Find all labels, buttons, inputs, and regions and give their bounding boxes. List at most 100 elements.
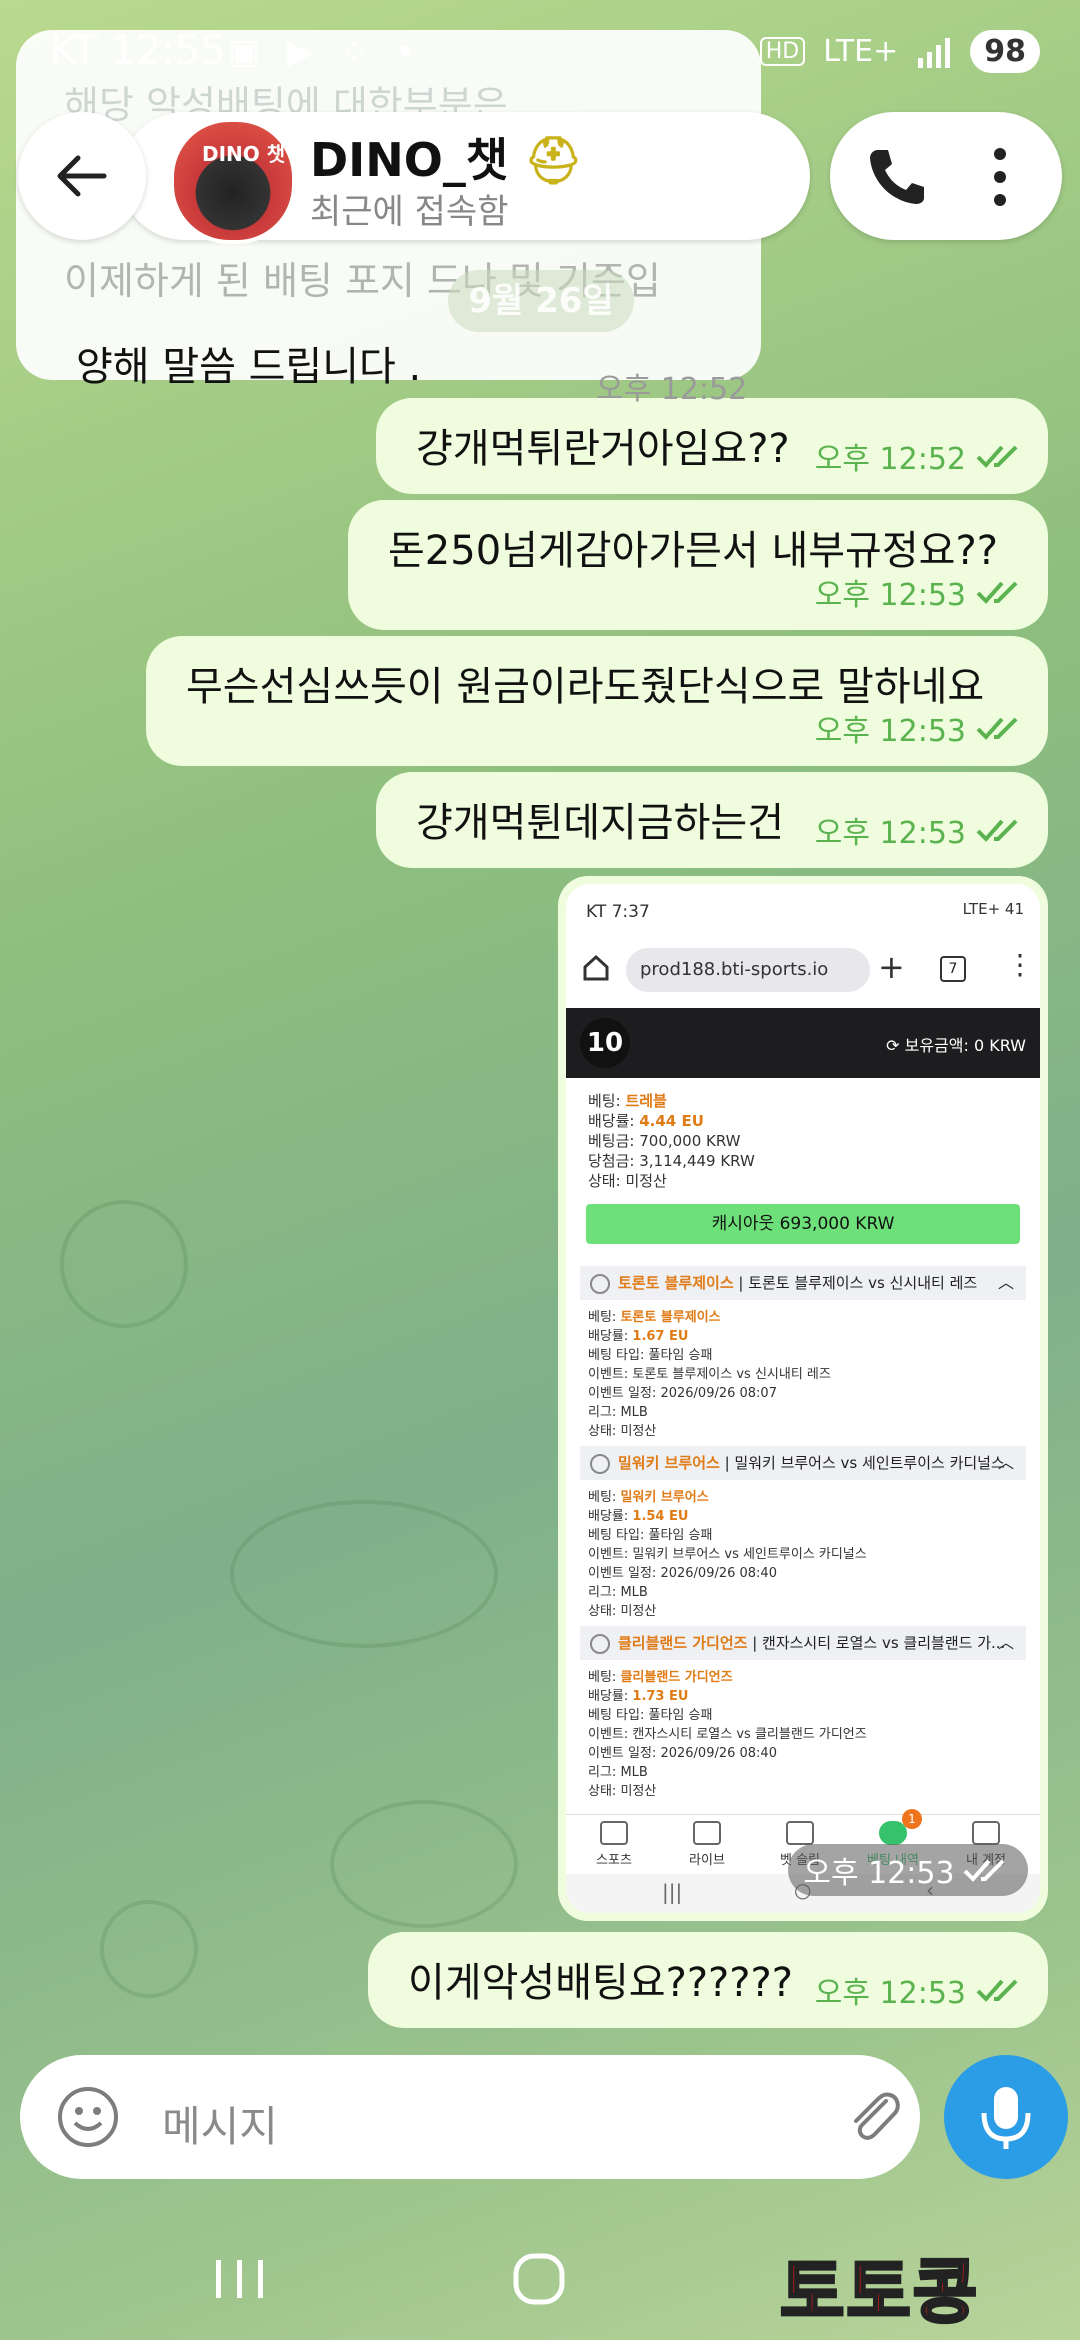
leg-row: 이벤트: 캔자스시티 로열스 vs 클리블랜드 가디언즈: [588, 1727, 867, 1742]
browser-bar: prod188.bti-sports.io + 7 ⋮: [566, 942, 1040, 1002]
balance-label: ⟳ 보유금액: 0 KRW: [886, 1036, 1026, 1055]
screenshot-image[interactable]: KT 7:37 LTE+ 41 prod188.bti-sports.io + …: [566, 884, 1040, 1913]
outgoing-message[interactable]: 돈250넘게감아가믄서 내부규정요?? 오후 12:53: [348, 500, 1048, 630]
recent-apps-button[interactable]: [210, 2254, 270, 2304]
leg-row: 이벤트 일정: 2026/09/26 08:40: [588, 1566, 777, 1581]
outgoing-message[interactable]: 걍개먹튀란거아임요?? 오후 12:52: [376, 398, 1048, 494]
leg-row: 베팅: 밀워키 브루어스: [588, 1490, 709, 1505]
leg-row: 배당률: 1.73 EU: [588, 1689, 689, 1704]
date-chip: 9월 26일: [448, 270, 634, 332]
contact-status: 최근에 접속함: [310, 192, 509, 232]
message-text: 걍개먹튄데지금하는건: [416, 800, 784, 846]
summary-row: 당첨금: 3,114,449 KRW: [588, 1152, 755, 1170]
message-time: 오후 12:53: [814, 816, 966, 851]
home-icon: [583, 954, 609, 981]
cashout-button: 캐시아웃 693,000 KRW: [586, 1204, 1020, 1244]
leg-header: 클리블랜드 가디언즈 | 캔자스시티 로열스 vs 클리블랜드 가... ︿: [580, 1626, 1026, 1660]
leg-row: 베팅 타입: 풀타임 승패: [588, 1708, 713, 1723]
nav-badge: 1: [902, 1809, 922, 1829]
notification-icons: ▣ ▶ ⁘ •: [228, 32, 424, 72]
leg-row: 이벤트: 토론토 블루제이스 vs 신시내티 레즈: [588, 1367, 831, 1382]
message-text: 이게악성배팅요??????: [408, 1960, 793, 2006]
outgoing-message[interactable]: 걍개먹튄데지금하는건 오후 12:53: [376, 772, 1048, 868]
leg-row: 이벤트: 밀워키 브루어스 vs 세인트루이스 카디널스: [588, 1547, 867, 1562]
site-header: 10 ⟳ 보유금액: 0 KRW: [566, 1008, 1040, 1078]
leg-row: 상태: 미정산: [588, 1784, 657, 1799]
leg-row: 리그: MLB: [588, 1405, 648, 1420]
status-time: KT 12:55: [50, 28, 226, 74]
mic-icon: [981, 2087, 1031, 2149]
new-tab-icon: +: [878, 948, 905, 986]
double-check-icon: [963, 1859, 1005, 1882]
leg-row: 베팅: 토론토 블루제이스: [588, 1310, 721, 1325]
avatar[interactable]: DINO 챗: [170, 118, 296, 244]
message-text: 걍개먹튀란거아임요??: [416, 426, 790, 472]
phone-icon[interactable]: [860, 142, 930, 212]
background-doodle: [100, 1900, 198, 1998]
shot-status-right: LTE+ 41: [962, 900, 1024, 918]
background-doodle: [230, 1500, 498, 1648]
hd-icon: HD: [759, 37, 806, 66]
leg-row: 이벤트 일정: 2026/09/26 08:07: [588, 1386, 777, 1401]
incoming-text: 양해 말씀 드립니다 .: [76, 344, 422, 390]
message-composer[interactable]: 메시지: [20, 2055, 920, 2179]
double-check-icon: [976, 717, 1018, 740]
battery-level: 98: [970, 30, 1040, 73]
leg-row: 배당률: 1.54 EU: [588, 1509, 689, 1524]
more-vert-icon[interactable]: [980, 142, 1020, 212]
message-time: 오후 12:53: [814, 714, 966, 749]
background-doodle: [60, 1200, 188, 1328]
more-vert-icon: ⋮: [1006, 948, 1034, 981]
message-input[interactable]: 메시지: [162, 2093, 278, 2154]
watermark-text: 토토콩: [778, 2250, 980, 2335]
leg-row: 베팅 타입: 풀타임 승패: [588, 1348, 713, 1363]
arrow-left-icon: [57, 155, 107, 197]
leg-row: 상태: 미정산: [588, 1424, 657, 1439]
double-check-icon: [976, 1979, 1018, 2002]
message-time: 오후 12:53: [814, 578, 966, 613]
tab-count: 7: [940, 956, 966, 982]
double-check-icon: [976, 445, 1018, 468]
summary-row: 베팅: 트레블: [588, 1092, 667, 1110]
message-time: 오후 12:52: [814, 442, 966, 477]
image-message[interactable]: KT 7:37 LTE+ 41 prod188.bti-sports.io + …: [558, 876, 1048, 1921]
outgoing-message[interactable]: 이게악성배팅요?????? 오후 12:53: [368, 1932, 1048, 2028]
site-nav-item: 라이브: [667, 1821, 747, 1868]
leg-row: 베팅: 클리블랜드 가디언즈: [588, 1670, 733, 1685]
summary-row: 배당률: 4.44 EU: [588, 1112, 704, 1130]
site-logo: 10: [580, 1018, 630, 1068]
header-actions: [830, 112, 1062, 240]
outgoing-message[interactable]: 무슨선심쓰듯이 원금이라도줬단식으로 말하네요 오후 12:53: [146, 636, 1048, 766]
back-button[interactable]: [18, 112, 146, 240]
leg-header: 토론토 블루제이스 | 토론토 블루제이스 vs 신시내티 레즈 ︿: [580, 1266, 1026, 1300]
status-bar: KT 12:55 ▣ ▶ ⁘ • HD LTE+ 98: [0, 0, 1080, 112]
leg-header: 밀워키 브루어스 | 밀워키 브루어스 vs 세인트루이스 카디널스 ︿: [580, 1446, 1026, 1480]
leg-row: 베팅 타입: 풀타임 승패: [588, 1528, 713, 1543]
site-nav-item: 스포츠: [574, 1821, 654, 1868]
double-check-icon: [976, 819, 1018, 842]
double-check-icon: [976, 581, 1018, 604]
message-time: 오후 12:53: [814, 1976, 966, 2011]
url-field: prod188.bti-sports.io: [626, 948, 870, 992]
incoming-time: 오후 12:52: [596, 372, 748, 407]
shot-status-time: KT 7:37: [586, 902, 650, 922]
signal-icon: [918, 37, 951, 68]
mic-button[interactable]: [944, 2055, 1068, 2179]
leg-row: 리그: MLB: [588, 1585, 648, 1600]
home-button[interactable]: [510, 2250, 570, 2310]
contact-name: DINO_챗 ⛑: [310, 133, 583, 187]
network-label: LTE+: [823, 34, 899, 69]
message-text: 돈250넘게감아가믄서 내부규정요??: [388, 528, 998, 574]
emoji-icon[interactable]: [56, 2085, 120, 2149]
message-text: 무슨선심쓰듯이 원금이라도줬단식으로 말하네요: [186, 664, 985, 710]
image-time: 오후 12:53: [788, 1844, 1028, 1896]
helmet-emoji-icon: ⛑: [524, 133, 583, 187]
background-doodle: [330, 1800, 518, 1928]
summary-row: 상태: 미정산: [588, 1172, 667, 1190]
leg-row: 상태: 미정산: [588, 1604, 657, 1619]
leg-row: 배당률: 1.67 EU: [588, 1329, 689, 1344]
leg-row: 리그: MLB: [588, 1765, 648, 1780]
summary-row: 베팅금: 700,000 KRW: [588, 1132, 741, 1150]
leg-row: 이벤트 일정: 2026/09/26 08:40: [588, 1746, 777, 1761]
paperclip-icon[interactable]: [840, 2083, 908, 2151]
